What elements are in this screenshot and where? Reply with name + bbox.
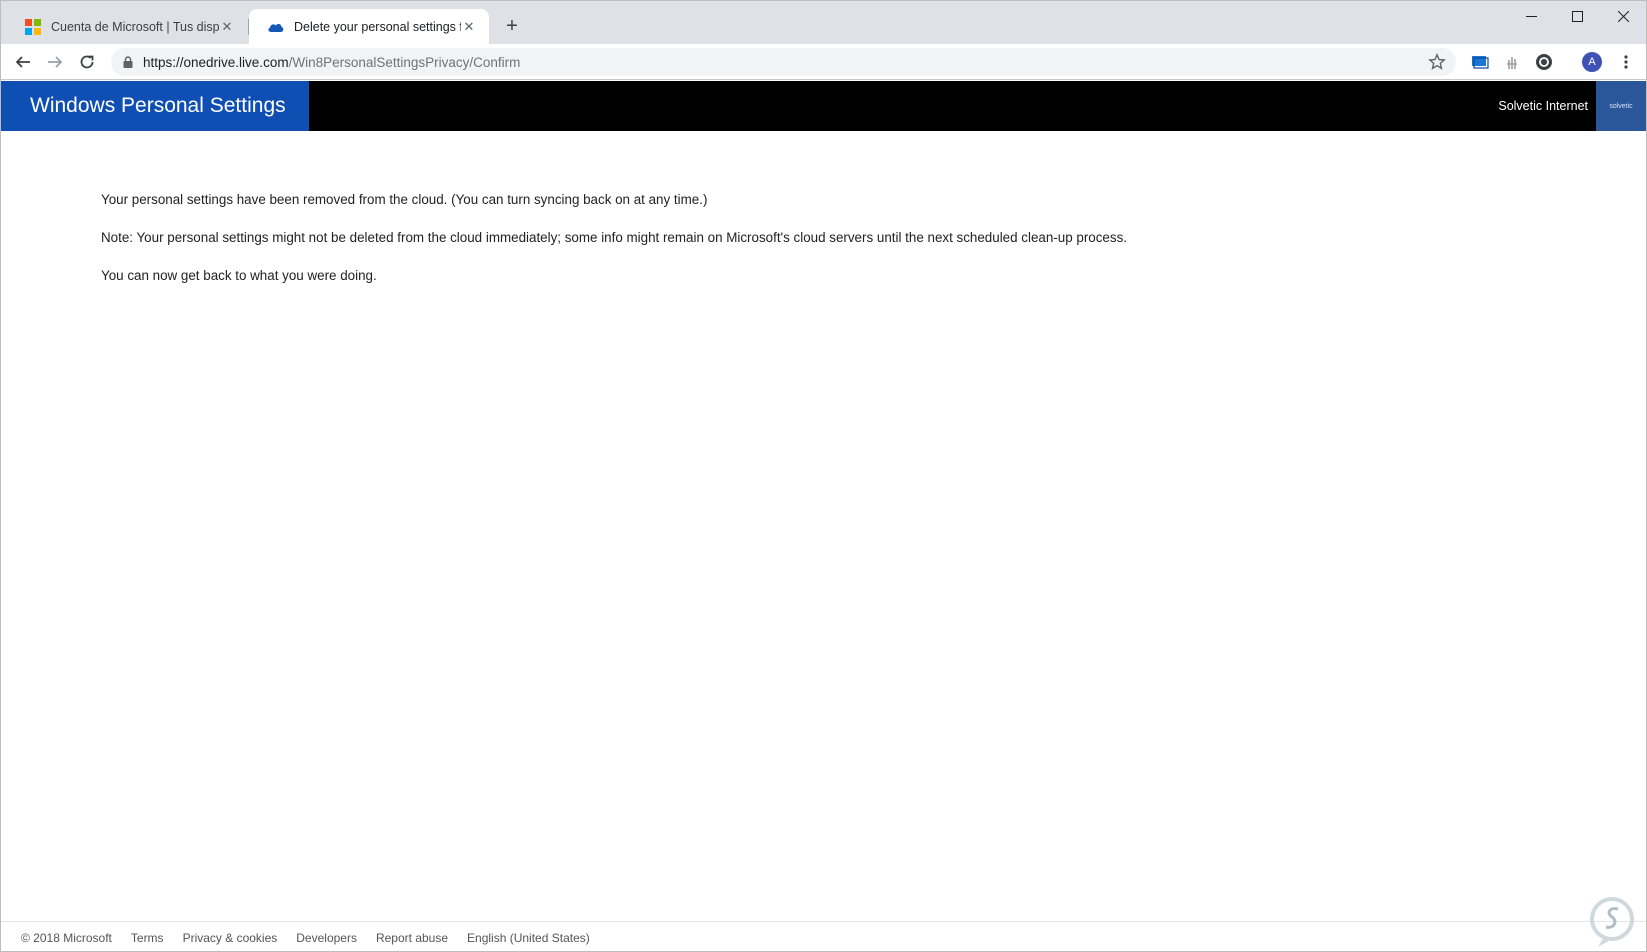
page-footer: © 2018 Microsoft Terms Privacy & cookies… (1, 921, 1646, 952)
lock-icon (123, 56, 133, 68)
avatar: A (1582, 52, 1602, 72)
maximize-button[interactable] (1554, 1, 1600, 31)
back-arrow-icon (15, 56, 30, 68)
copyright-text: © 2018 Microsoft (21, 930, 112, 945)
user-avatar[interactable]: solvetic (1596, 81, 1646, 131)
bookmark-star-icon[interactable] (1428, 53, 1446, 71)
close-tab-icon[interactable]: ✕ (461, 19, 477, 35)
tab-title: Delete your personal settings from the c… (294, 19, 461, 34)
site-header: Windows Personal Settings Solvetic Inter… (1, 81, 1646, 131)
removed-message: Your personal settings have been removed… (101, 192, 708, 207)
tab-delete-settings[interactable]: Delete your personal settings from the c… (249, 9, 489, 44)
back-button[interactable] (9, 48, 37, 76)
footer-link-developers[interactable]: Developers (296, 931, 357, 945)
get-back-message: You can now get back to what you were do… (101, 268, 377, 283)
extension-circle-icon[interactable] (1533, 51, 1555, 73)
note-message: Note: Your personal settings might not b… (101, 230, 1127, 245)
page-title[interactable]: Windows Personal Settings (1, 81, 309, 131)
browser-menu-icon[interactable] (1615, 51, 1637, 73)
microsoft-logo-icon (25, 18, 41, 35)
extension-screen-icon[interactable] (1469, 51, 1491, 73)
footer-link-terms[interactable]: Terms (131, 931, 164, 945)
new-tab-button[interactable]: + (501, 15, 523, 37)
onedrive-cloud-icon (268, 23, 284, 32)
tab-title: Cuenta de Microsoft | Tus dispositivos (51, 19, 219, 34)
forward-button[interactable] (41, 48, 69, 76)
reload-button[interactable] (73, 48, 101, 76)
profile-avatar[interactable]: A (1581, 51, 1603, 73)
url-path: /Win8PersonalSettingsPrivacy/Confirm (288, 54, 521, 70)
user-name[interactable]: Solvetic Internet (1498, 81, 1588, 131)
extension-hand-icon[interactable] (1501, 51, 1523, 73)
footer-link-privacy[interactable]: Privacy & cookies (183, 931, 278, 945)
close-window-button[interactable] (1600, 1, 1646, 31)
reload-icon (80, 55, 94, 69)
close-tab-icon[interactable]: ✕ (219, 19, 235, 35)
forward-arrow-icon (48, 56, 63, 68)
minimize-button[interactable] (1508, 1, 1554, 31)
user-pic-text: solvetic (1609, 102, 1633, 110)
browser-toolbar: https://onedrive.live.com/Win8PersonalSe… (1, 44, 1646, 80)
address-bar[interactable]: https://onedrive.live.com/Win8PersonalSe… (111, 48, 1456, 76)
footer-link-language[interactable]: English (United States) (467, 931, 590, 945)
confirmation-message: Your personal settings have been removed… (101, 193, 1401, 307)
browser-tab-strip: Cuenta de Microsoft | Tus dispositivos ✕… (1, 1, 1646, 44)
footer-link-report-abuse[interactable]: Report abuse (376, 931, 448, 945)
url-host: https://onedrive.live.com (143, 54, 289, 70)
watermark-logo-icon (1590, 897, 1634, 947)
tab-microsoft-account[interactable]: Cuenta de Microsoft | Tus dispositivos ✕ (7, 9, 249, 44)
